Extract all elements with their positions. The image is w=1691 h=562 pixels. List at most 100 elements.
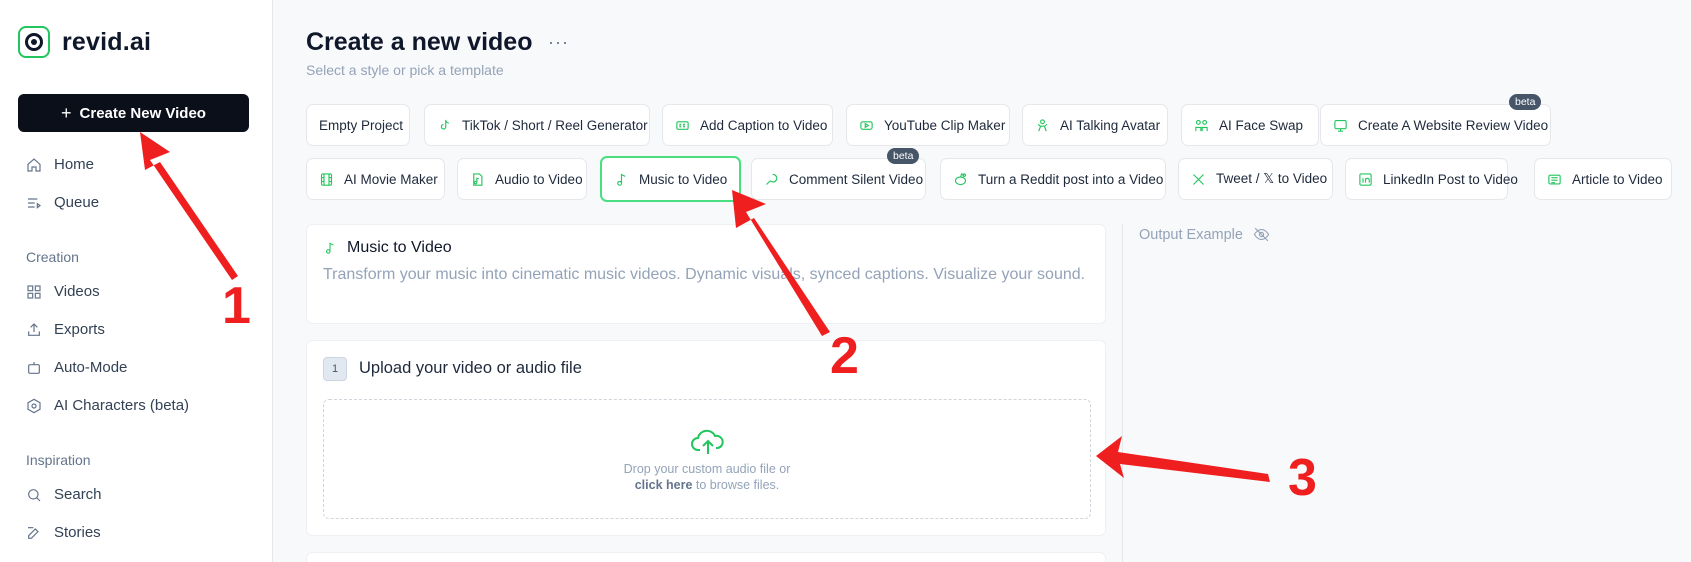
selected-template-description: Transform your music into cinematic musi… <box>323 266 1086 283</box>
more-options-icon[interactable]: ··· <box>548 32 569 53</box>
beta-badge: beta <box>1509 94 1542 110</box>
sidebar-item-home[interactable]: Home <box>26 156 94 173</box>
cloud-upload-icon <box>691 429 724 454</box>
click-here-link[interactable]: click here <box>635 478 693 492</box>
sidebar-item-queue[interactable]: Queue <box>26 194 99 211</box>
sidebar-item-stories[interactable]: Stories <box>26 524 101 541</box>
template-label: AI Movie Maker <box>344 171 438 187</box>
sidebar-item-ai-characters[interactable]: AI Characters (beta) <box>26 397 189 414</box>
reddit-icon <box>954 172 967 185</box>
robot-icon <box>28 361 40 374</box>
beta-badge: beta <box>887 148 920 164</box>
section-inspiration: Inspiration <box>26 452 91 468</box>
sidebar-item-label: Exports <box>54 321 105 338</box>
dropzone-browse-text: click here to browse files. <box>324 478 1090 492</box>
tiktok-icon <box>440 119 449 129</box>
sidebar-item-label: Search <box>54 486 102 503</box>
template-label: Audio to Video <box>495 171 583 187</box>
x-icon <box>1193 173 1204 185</box>
upload-card: 1 Upload your video or audio file Drop y… <box>306 340 1106 536</box>
output-example-label: Output Example <box>1139 226 1270 243</box>
queue-icon <box>28 197 41 209</box>
create-new-video-label: Create New Video <box>79 104 206 122</box>
template-audio-to-video[interactable]: Audio to Video <box>457 158 587 200</box>
step-number: 1 <box>323 357 347 381</box>
output-divider <box>1122 224 1123 562</box>
next-step-card <box>306 552 1106 562</box>
sidebar-item-label: Stories <box>54 524 101 541</box>
dropzone-text: Drop your custom audio file or <box>623 462 791 476</box>
caption-icon <box>676 120 689 130</box>
template-label: Turn a Reddit post into a Video <box>978 171 1164 187</box>
monitor-icon <box>1334 119 1347 132</box>
template-add-caption[interactable]: Add Caption to Video <box>662 104 833 146</box>
template-label: Article to Video <box>1572 171 1663 187</box>
brand[interactable]: revid.ai <box>18 26 151 58</box>
template-label: LinkedIn Post to Video <box>1383 171 1518 187</box>
sidebar-item-label: Home <box>54 156 95 173</box>
template-article-to-video[interactable]: Article to Video <box>1534 158 1672 200</box>
avatar-icon <box>1037 118 1048 131</box>
comment-icon <box>766 173 778 185</box>
template-ai-talking-avatar[interactable]: AI Talking Avatar <box>1022 104 1168 146</box>
home-icon <box>27 157 41 172</box>
grid-icon <box>27 284 41 299</box>
template-comment-silent-video[interactable]: Comment Silent Video <box>751 158 926 200</box>
dropzone-text-rest: to browse files. <box>692 478 780 492</box>
audio-file-icon <box>473 172 483 186</box>
template-label: Empty Project <box>319 117 404 133</box>
selected-template-card: Music to Video Transform your music into… <box>306 224 1106 324</box>
sidebar-item-label: AI Characters (beta) <box>54 397 190 414</box>
template-label: TikTok / Short / Reel Generator <box>462 117 648 133</box>
brand-name: revid.ai <box>62 27 152 56</box>
template-label: AI Face Swap <box>1219 117 1304 133</box>
template-label: Music to Video <box>639 171 728 187</box>
annotation-label-1: 1 <box>222 277 251 335</box>
template-label: Add Caption to Video <box>700 117 828 133</box>
template-label: AI Talking Avatar <box>1060 117 1161 133</box>
article-icon <box>1548 174 1561 184</box>
sidebar-item-label: Queue <box>54 194 100 211</box>
template-label: YouTube Clip Maker <box>884 117 1006 133</box>
eye-off-icon[interactable] <box>1253 226 1270 243</box>
youtube-icon <box>860 120 873 130</box>
search-icon <box>28 488 41 501</box>
create-new-video-button[interactable]: + Create New Video <box>18 94 249 132</box>
selected-template-title-text: Music to Video <box>347 239 452 256</box>
template-ai-face-swap[interactable]: AI Face Swap <box>1181 104 1319 146</box>
upload-title: Upload your video or audio file <box>359 359 582 377</box>
template-youtube-clip-maker[interactable]: YouTube Clip Maker <box>846 104 1010 146</box>
template-reddit-post[interactable]: Turn a Reddit post into a Video <box>940 158 1166 200</box>
music-note-icon <box>617 173 626 186</box>
template-label: Comment Silent Video <box>789 171 924 187</box>
template-label: Tweet / 𝕏 to Video <box>1216 171 1328 186</box>
template-label: Create A Website Review Video <box>1358 117 1549 133</box>
selected-template-title: Music to Video <box>323 239 452 257</box>
revid-logo-icon <box>18 26 50 58</box>
section-creation: Creation <box>26 249 79 265</box>
film-icon <box>320 172 333 186</box>
output-example-text: Output Example <box>1139 226 1243 243</box>
sidebar-item-label: Auto-Mode <box>54 359 128 376</box>
sidebar-item-videos[interactable]: Videos <box>26 283 100 300</box>
sidebar-item-exports[interactable]: Exports <box>26 321 105 338</box>
template-empty-project[interactable]: Empty Project <box>306 104 410 146</box>
file-dropzone[interactable]: Drop your custom audio file or click her… <box>323 399 1091 519</box>
template-music-to-video[interactable]: Music to Video <box>600 156 741 202</box>
sidebar-item-search[interactable]: Search <box>26 486 102 503</box>
linkedin-icon <box>1359 172 1372 186</box>
annotation-label-2: 2 <box>830 327 859 385</box>
music-note-icon <box>325 242 334 254</box>
annotation-label-3: 3 <box>1288 449 1317 507</box>
template-linkedin-post[interactable]: LinkedIn Post to Video <box>1345 158 1518 200</box>
page-title: Create a new video <box>306 28 533 56</box>
template-tiktok-generator[interactable]: TikTok / Short / Reel Generator <box>424 104 650 146</box>
template-website-review[interactable]: Create A Website Review Video <box>1320 104 1551 146</box>
template-ai-movie-maker[interactable]: AI Movie Maker <box>306 158 445 200</box>
sidebar-item-label: Videos <box>54 283 100 300</box>
edit-icon <box>28 526 39 539</box>
sidebar-item-auto-mode[interactable]: Auto-Mode <box>26 359 127 376</box>
face-swap-icon <box>1195 119 1208 131</box>
template-tweet-to-video[interactable]: Tweet / 𝕏 to Video <box>1178 158 1333 200</box>
page-subtitle: Select a style or pick a template <box>306 62 504 78</box>
